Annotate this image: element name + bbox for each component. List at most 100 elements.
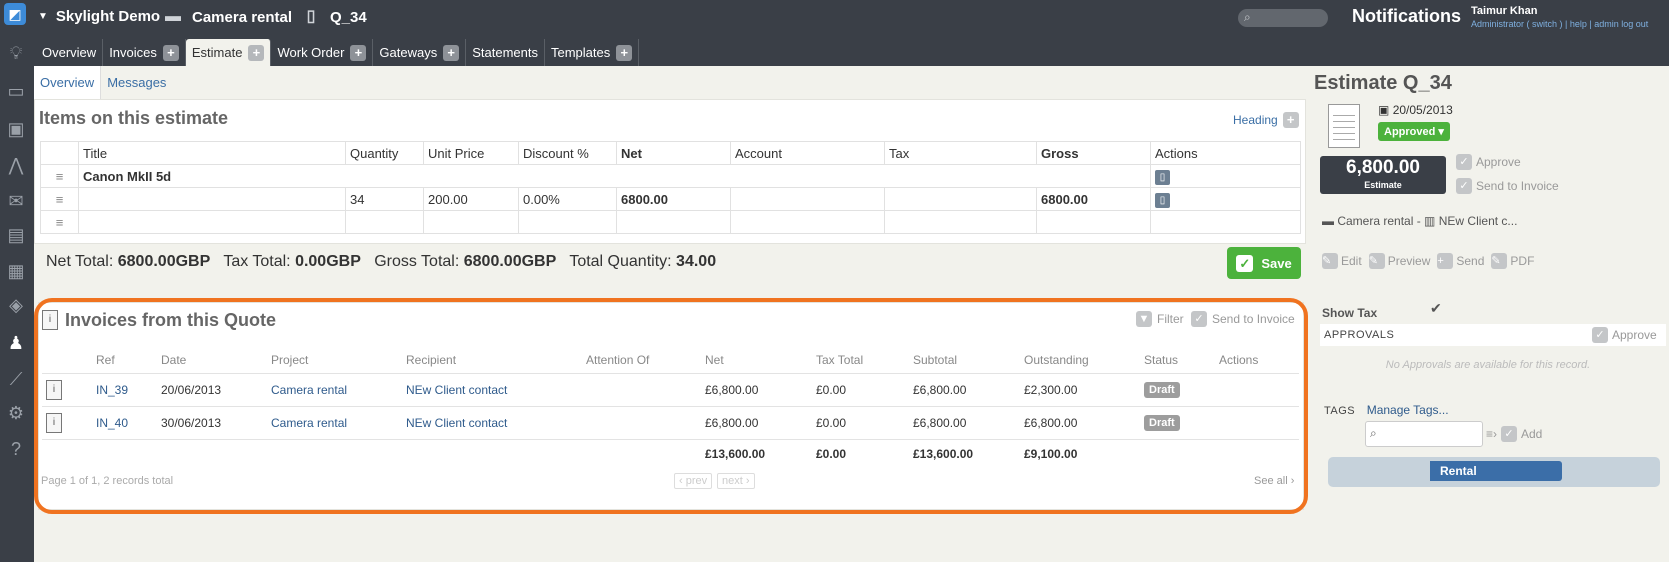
chart-icon[interactable]: ⋀: [3, 152, 29, 178]
breadcrumb-project[interactable]: ▬ Camera rental: [162, 8, 292, 26]
drag-handle-icon[interactable]: ≡: [40, 164, 79, 188]
invoice-row[interactable]: i IN_39 20/06/2013 Camera rental NEw Cli…: [42, 372, 1299, 406]
tags-section: TAGS Manage Tags...: [1324, 403, 1449, 417]
invoice-icon[interactable]: ▦: [3, 258, 29, 284]
tab-statements[interactable]: Statements: [466, 39, 545, 66]
briefcase-icon[interactable]: ▭: [3, 78, 29, 104]
project-client-line[interactable]: ▬ Camera rental - ▥ NEw Client c...: [1322, 214, 1517, 228]
breadcrumb-org[interactable]: ▼ Skylight Demo: [38, 8, 160, 25]
approvals-approve-button[interactable]: ✓ Approve: [1592, 324, 1657, 346]
mail-icon[interactable]: ✉: [3, 188, 29, 214]
edit-button[interactable]: ✎ Edit: [1322, 253, 1362, 269]
estimate-amount: 6,800.00 Estimate: [1320, 156, 1446, 194]
tab-gateways[interactable]: Gateways +: [373, 39, 467, 66]
add-tag-button[interactable]: ≡› ✓ Add: [1486, 426, 1542, 442]
breadcrumb-quote[interactable]: ▯ Q_34: [300, 8, 367, 26]
drag-handle-icon[interactable]: ≡: [40, 187, 79, 211]
line-chart-icon[interactable]: ⟋: [3, 366, 29, 392]
invoice-doc-icon[interactable]: i: [46, 412, 62, 433]
check-icon: ✓: [1592, 327, 1608, 343]
clipboard-icon[interactable]: ▤: [3, 222, 29, 248]
prev-button[interactable]: ‹ prev: [674, 473, 713, 489]
save-button[interactable]: ✓ Save: [1227, 247, 1301, 279]
building-icon: ▥: [1424, 214, 1436, 228]
manage-tags-link[interactable]: Manage Tags...: [1367, 403, 1449, 417]
add-work-order-plus-icon[interactable]: +: [350, 44, 367, 61]
tab-templates[interactable]: Templates +: [545, 39, 640, 66]
show-tax-check-icon[interactable]: ✔: [1430, 300, 1442, 317]
see-all-link[interactable]: See all ›: [1254, 475, 1294, 487]
items-heading-row: ≡ Canon MkII 5d ▯: [40, 164, 1301, 188]
item-title-cell[interactable]: [78, 187, 346, 211]
subtab-messages[interactable]: Messages: [101, 66, 172, 99]
people-icon[interactable]: ♟: [3, 330, 29, 356]
help-icon[interactable]: ?: [3, 436, 29, 462]
preview-button[interactable]: ✎ Preview: [1368, 253, 1430, 269]
add-invoice-plus-icon[interactable]: +: [162, 44, 179, 61]
contacts-icon[interactable]: ▣: [3, 116, 29, 142]
estimate-doc-icon: [1328, 104, 1360, 148]
notifications-link[interactable]: Notifications: [1352, 6, 1461, 27]
item-unit-price-cell[interactable]: 200.00: [423, 187, 519, 211]
delete-trash-icon[interactable]: ▯: [1155, 169, 1170, 185]
add-template-plus-icon[interactable]: +: [616, 44, 633, 61]
subtab-overview[interactable]: Overview: [34, 66, 102, 99]
tab-work-order[interactable]: Work Order +: [271, 39, 374, 66]
items-header-row: Title Quantity Unit Price Discount % Net…: [40, 141, 1301, 165]
heading-title[interactable]: Canon MkII 5d: [78, 164, 1151, 188]
recipient-link[interactable]: NEw Client contact: [406, 372, 586, 406]
preview-icon: ✎: [1368, 253, 1385, 269]
invoice-row[interactable]: i IN_40 30/06/2013 Camera rental NEw Cli…: [42, 405, 1299, 439]
invoice-doc-icon[interactable]: i: [46, 379, 62, 400]
invoices-title: Invoices from this Quote: [65, 310, 277, 330]
estimate-date: ▣ 20/05/2013: [1378, 103, 1453, 117]
heading-button[interactable]: Heading +: [1233, 112, 1299, 128]
tab-invoices[interactable]: Invoices +: [103, 39, 186, 66]
send-to-invoice-button[interactable]: ✓ Send to Invoice: [1191, 311, 1295, 327]
user-links[interactable]: Administrator ( switch ) | help | admin …: [1471, 19, 1648, 29]
lightbulb-icon[interactable]: 💡︎: [3, 40, 29, 66]
search-icon: ⌕: [1370, 426, 1377, 440]
tag-rental[interactable]: Rental: [1430, 461, 1562, 481]
item-account-cell[interactable]: [730, 187, 885, 211]
status-badge: Draft: [1144, 381, 1180, 398]
estimate-actions: ✎ Edit ✎ Preview + Send ✎ PDF: [1322, 253, 1534, 269]
pager-info: Page 1 of 1, 2 records total: [41, 475, 174, 487]
total-quantity: 34.00: [676, 253, 717, 270]
item-gross-cell: 6800.00: [1036, 187, 1151, 211]
send-to-invoice-side-button[interactable]: ✓ Send to Invoice: [1456, 178, 1559, 194]
drag-handle-icon[interactable]: ≡: [40, 210, 79, 234]
tab-estimate[interactable]: Estimate +: [185, 39, 272, 66]
item-discount-cell[interactable]: 0.00%: [518, 187, 617, 211]
add-gateway-plus-icon[interactable]: +: [443, 44, 460, 61]
item-tax-cell[interactable]: [884, 187, 1037, 211]
item-quantity-cell[interactable]: 34: [345, 187, 424, 211]
settings-icon[interactable]: ⚙: [3, 400, 29, 426]
tax-total: 0.00GBP: [295, 253, 361, 270]
invoices-totals-row: £13,600.00 £0.00 £13,600.00 £9,100.00: [42, 438, 1299, 469]
invoice-ref-link[interactable]: IN_40: [96, 405, 161, 439]
pdf-button[interactable]: ✎ PDF: [1491, 253, 1534, 269]
tag-icon[interactable]: ◈: [3, 292, 29, 318]
project-link[interactable]: Camera rental: [271, 405, 406, 439]
items-line-row: ≡ 34 200.00 0.00% 6800.00 6800.00 ▯: [40, 187, 1301, 211]
recipient-link[interactable]: NEw Client contact: [406, 405, 586, 439]
status-badge: Draft: [1144, 414, 1180, 431]
invoice-ref-link[interactable]: IN_39: [96, 372, 161, 406]
tab-overview[interactable]: Overview: [36, 39, 104, 66]
check-icon: ✓: [1456, 178, 1472, 194]
project-link[interactable]: Camera rental: [271, 372, 406, 406]
status-dropdown[interactable]: Approved ▾: [1378, 122, 1450, 141]
estimate-title: Estimate Q_34: [1314, 72, 1452, 94]
send-button[interactable]: + Send: [1437, 253, 1484, 269]
net-total: 6800.00GBP: [117, 253, 211, 270]
global-search-input[interactable]: ⌕: [1238, 9, 1328, 27]
delete-trash-icon[interactable]: ▯: [1155, 192, 1170, 208]
next-button[interactable]: next ›: [717, 473, 755, 489]
check-icon: ✓: [1501, 426, 1517, 442]
approve-button[interactable]: ✓ Approve: [1456, 154, 1521, 170]
tag-search-input[interactable]: ⌕: [1365, 421, 1483, 447]
filter-button[interactable]: ▼ Filter: [1136, 311, 1184, 327]
add-estimate-plus-icon[interactable]: +: [248, 44, 265, 61]
app-icon[interactable]: ◩: [4, 3, 26, 25]
